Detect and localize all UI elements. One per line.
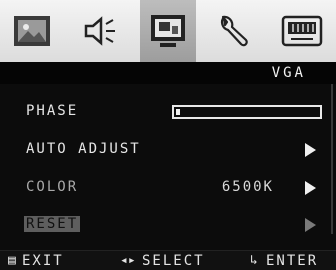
hint-bar: ▤ EXIT ◂▸ SELECT ↳ ENTER [0,250,336,270]
tab-picture[interactable] [4,4,60,58]
menu-item-phase[interactable]: PHASE [0,100,336,126]
exit-hint: EXIT [22,253,64,269]
left-right-icon: ◂▸ [120,253,136,268]
menu-item-reset[interactable]: RESET [0,213,336,239]
tab-screen[interactable] [140,0,196,62]
color-label: COLOR [26,179,79,195]
monitor-icon [151,15,185,47]
display-setup-icon [281,15,323,47]
menu-icon: ▤ [8,253,16,268]
tab-tools[interactable] [206,4,262,58]
tab-audio[interactable] [72,4,128,58]
select-hint: SELECT [142,253,205,269]
reset-label: RESET [24,216,81,232]
speaker-icon [84,16,115,46]
picture-icon [14,16,50,46]
right-arrow-icon [305,143,316,157]
phase-slider-fill [176,109,180,115]
enter-icon: ↳ [250,253,258,268]
color-temp-value: 6500K [221,179,274,195]
auto-adjust-label: AUTO ADJUST [26,141,141,157]
source-title: VGA [271,65,306,81]
right-arrow-icon [305,218,316,232]
phase-label: PHASE [26,103,79,119]
osd-menu: VGA PHASE AUTO ADJUST COLOR 6500K RESET … [0,0,336,270]
wrench-icon [221,15,248,47]
enter-hint: ENTER [266,253,319,269]
menu-icon-bar [0,0,336,62]
tab-setup[interactable] [274,4,330,58]
right-arrow-icon [305,181,316,195]
menu-item-auto-adjust[interactable]: AUTO ADJUST [0,138,336,164]
phase-slider[interactable] [172,105,322,119]
menu-item-color[interactable]: COLOR 6500K [0,176,336,202]
source-title-bar: VGA [0,62,336,84]
